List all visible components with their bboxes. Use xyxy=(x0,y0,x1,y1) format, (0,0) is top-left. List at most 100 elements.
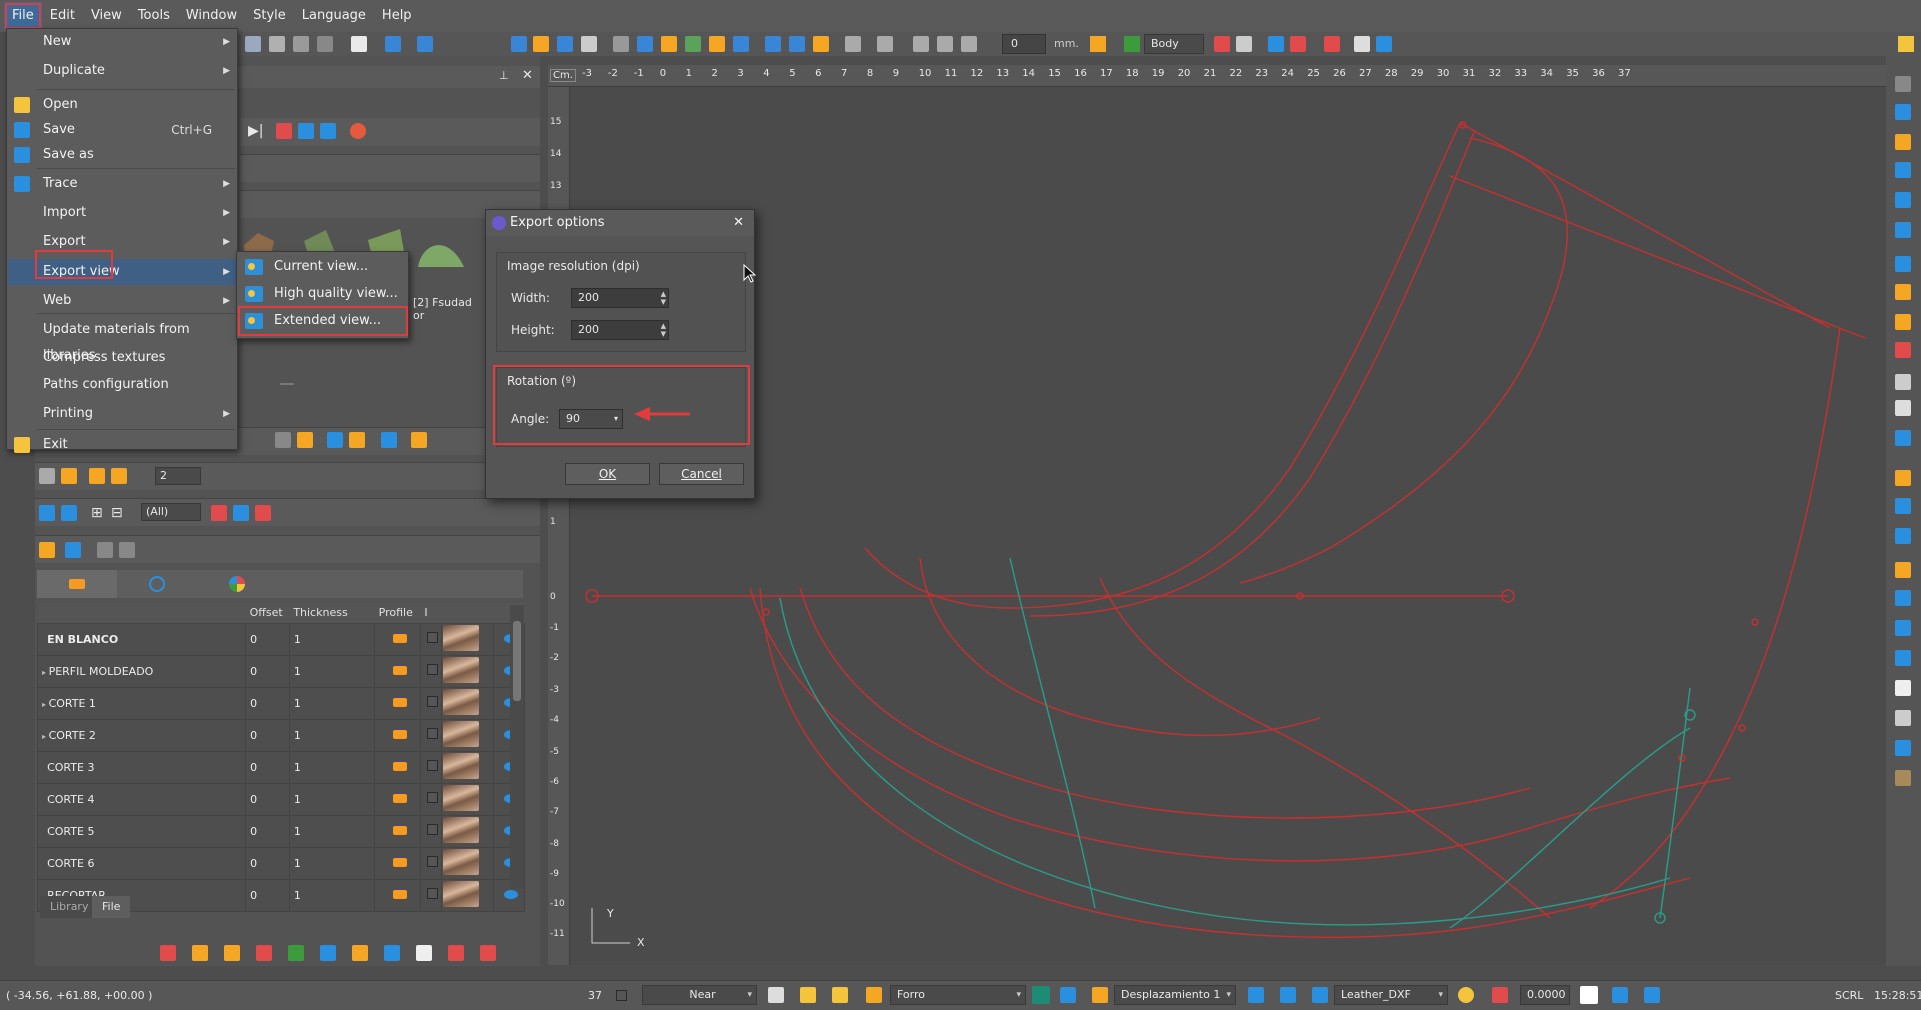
thickness-cell[interactable]: 1 xyxy=(288,750,376,784)
menu-extended-view[interactable]: Extended view... xyxy=(239,308,407,334)
last-icon[interactable]: ▶| xyxy=(248,123,263,139)
tool-icon[interactable] xyxy=(685,36,701,52)
tool-icon[interactable] xyxy=(327,432,343,448)
table-row[interactable]: EN BLANCO 0 1 xyxy=(36,622,526,656)
control-point[interactable] xyxy=(762,608,770,616)
tool-icon[interactable] xyxy=(275,432,291,448)
control-point[interactable] xyxy=(1751,618,1759,626)
tool-icon[interactable] xyxy=(533,36,549,52)
status-checkbox[interactable] xyxy=(616,990,627,1004)
tool-icon[interactable] xyxy=(416,945,432,961)
visibility-checkbox-cell[interactable] xyxy=(419,782,442,816)
right-tool-icon[interactable] xyxy=(1895,770,1911,786)
layer-name-cell[interactable]: CORTE 5 xyxy=(36,814,247,848)
table-row[interactable]: CORTE 501 xyxy=(36,814,526,848)
menu-open[interactable]: Open xyxy=(8,92,238,118)
pattern-curve[interactable] xyxy=(799,587,1531,819)
column-header[interactable]: Offset xyxy=(245,603,290,623)
profile-cell[interactable] xyxy=(374,750,421,784)
visibility-checkbox-cell[interactable] xyxy=(419,718,442,752)
tool-icon[interactable] xyxy=(581,36,597,52)
profile-cell[interactable] xyxy=(374,782,421,816)
tab-groups[interactable] xyxy=(119,570,197,598)
texture-cell[interactable] xyxy=(440,782,494,816)
color-swatch[interactable] xyxy=(1580,986,1598,1004)
tool-icon[interactable] xyxy=(224,945,240,961)
checkbox[interactable] xyxy=(427,728,439,739)
menu-language[interactable]: Language xyxy=(294,2,374,30)
tool-icon[interactable] xyxy=(1090,36,1106,52)
visibility-checkbox-cell[interactable] xyxy=(419,878,442,912)
eye-icon[interactable] xyxy=(1060,987,1076,1003)
eye-icon[interactable] xyxy=(503,889,518,899)
tool-icon[interactable] xyxy=(557,36,573,52)
tool-icon[interactable] xyxy=(276,123,292,139)
tool-icon[interactable] xyxy=(765,36,781,52)
tool-icon[interactable] xyxy=(298,123,314,139)
lock-icon[interactable] xyxy=(813,36,829,52)
thickness-cell[interactable]: 1 xyxy=(288,782,376,816)
menu-trace[interactable]: Trace ▶ xyxy=(8,171,238,197)
tool-icon[interactable] xyxy=(255,505,271,521)
remove-icon[interactable]: ⊟ xyxy=(111,505,123,521)
right-tool-icon[interactable] xyxy=(1895,740,1911,756)
tool-icon[interactable] xyxy=(448,945,464,961)
spin-arrows-icon[interactable]: ▲ ▼ xyxy=(661,290,666,306)
tool-icon[interactable] xyxy=(97,542,113,558)
pin-icon[interactable]: ⊥ xyxy=(499,69,509,82)
offset-cell[interactable]: 0 xyxy=(245,846,290,880)
thickness-cell[interactable]: 1 xyxy=(288,878,376,912)
tab-colors[interactable] xyxy=(199,570,277,598)
tool-icon[interactable] xyxy=(1354,36,1370,52)
thickness-cell[interactable]: 1 xyxy=(288,846,376,880)
menu-duplicate[interactable]: Duplicate ▶ xyxy=(8,58,238,84)
menu-file[interactable]: File xyxy=(4,2,42,30)
eye-icon[interactable] xyxy=(233,505,249,521)
column-header[interactable] xyxy=(37,603,246,623)
layer-filter-combo[interactable]: (All) xyxy=(141,503,201,521)
toolbar-spin[interactable]: 0 xyxy=(1002,34,1046,54)
checkbox[interactable] xyxy=(427,792,439,803)
texture-cell[interactable] xyxy=(440,654,494,688)
tool-icon[interactable] xyxy=(39,468,55,484)
right-tool-icon[interactable] xyxy=(1895,76,1911,92)
table-row[interactable]: CORTE 301 xyxy=(36,750,526,784)
offset-cell[interactable]: 0 xyxy=(245,814,290,848)
body-combo[interactable]: Body xyxy=(1144,34,1204,54)
pattern-curve[interactable] xyxy=(1659,687,1691,919)
texture-cell[interactable] xyxy=(440,750,494,784)
offset-combo[interactable]: Desplazamiento 1 xyxy=(1114,985,1236,1005)
width-input[interactable]: 200 ▲ ▼ xyxy=(571,288,669,308)
menu-high-quality-view[interactable]: High quality view... xyxy=(239,281,407,307)
right-tool-icon[interactable] xyxy=(1895,162,1911,178)
tool-icon[interactable] xyxy=(61,468,77,484)
tool-icon[interactable] xyxy=(877,36,893,52)
checkbox[interactable] xyxy=(427,632,439,643)
layer-name-cell[interactable]: ▸ PERFIL MOLDEADO xyxy=(36,654,247,688)
pattern-curve[interactable] xyxy=(864,122,1461,609)
right-tool-icon[interactable] xyxy=(1895,680,1911,696)
right-tool-icon[interactable] xyxy=(1895,222,1911,238)
offset-cell[interactable]: 0 xyxy=(245,654,290,688)
right-tool-icon[interactable] xyxy=(1895,528,1911,544)
menu-current-view[interactable]: Current view... xyxy=(239,254,407,280)
menu-save-as[interactable]: Save as xyxy=(8,142,238,168)
menu-window[interactable]: Window xyxy=(178,2,245,30)
pattern-curve[interactable] xyxy=(759,587,1691,939)
tool-icon[interactable] xyxy=(385,36,401,52)
right-tool-icon[interactable] xyxy=(1895,620,1911,636)
tool-icon[interactable] xyxy=(913,36,929,52)
visibility-checkbox-cell[interactable] xyxy=(419,686,442,720)
offset-cell[interactable]: 0 xyxy=(245,686,290,720)
visibility-checkbox-cell[interactable] xyxy=(419,814,442,848)
tab-library[interactable]: Library xyxy=(40,896,99,918)
tool-icon[interactable] xyxy=(937,36,953,52)
right-tool-icon[interactable] xyxy=(1895,400,1911,416)
pattern-curve[interactable] xyxy=(1029,129,1476,617)
menu-new[interactable]: New ▶ xyxy=(8,29,238,55)
menu-view[interactable]: View xyxy=(83,2,130,30)
tool-icon[interactable] xyxy=(320,123,336,139)
offset-cell[interactable]: 0 xyxy=(245,878,290,912)
tool-icon[interactable] xyxy=(733,36,749,52)
texture-cell[interactable] xyxy=(440,686,494,720)
